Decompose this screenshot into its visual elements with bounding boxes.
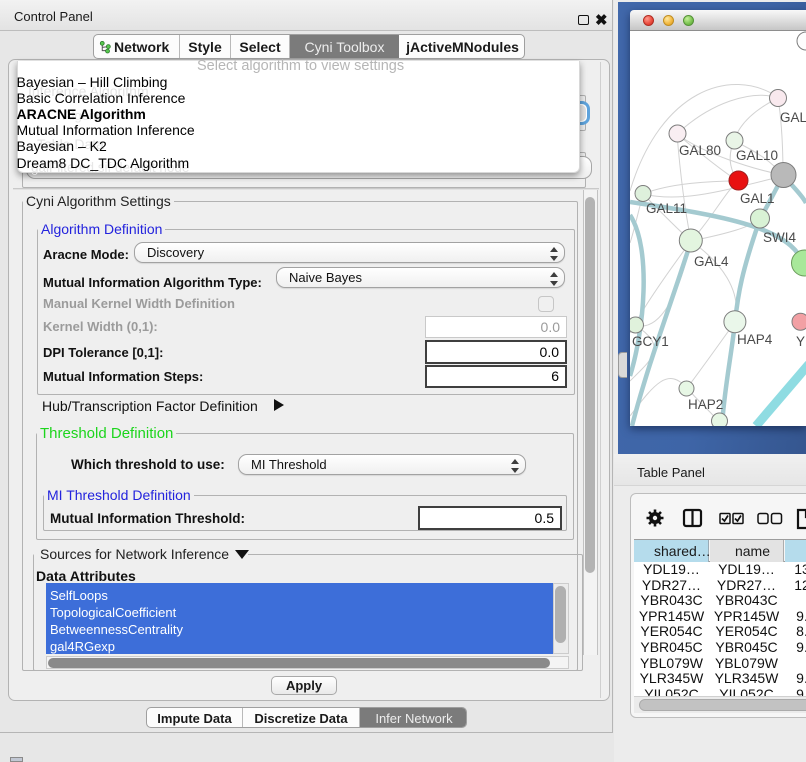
svg-text:GAL7: GAL7 (780, 110, 806, 125)
svg-text:GAL1: GAL1 (740, 191, 775, 206)
svg-text:HAP4: HAP4 (737, 332, 773, 347)
svg-text:HAP2: HAP2 (688, 397, 723, 412)
svg-text:GCY1: GCY1 (632, 334, 669, 349)
svg-text:GAL11: GAL11 (646, 201, 687, 216)
svg-text:Y: Y (796, 334, 805, 349)
svg-text:GAL80: GAL80 (679, 143, 721, 158)
svg-text:GAL4: GAL4 (694, 254, 729, 269)
svg-text:SWI4: SWI4 (763, 230, 796, 245)
svg-text:GAL10: GAL10 (736, 148, 778, 163)
